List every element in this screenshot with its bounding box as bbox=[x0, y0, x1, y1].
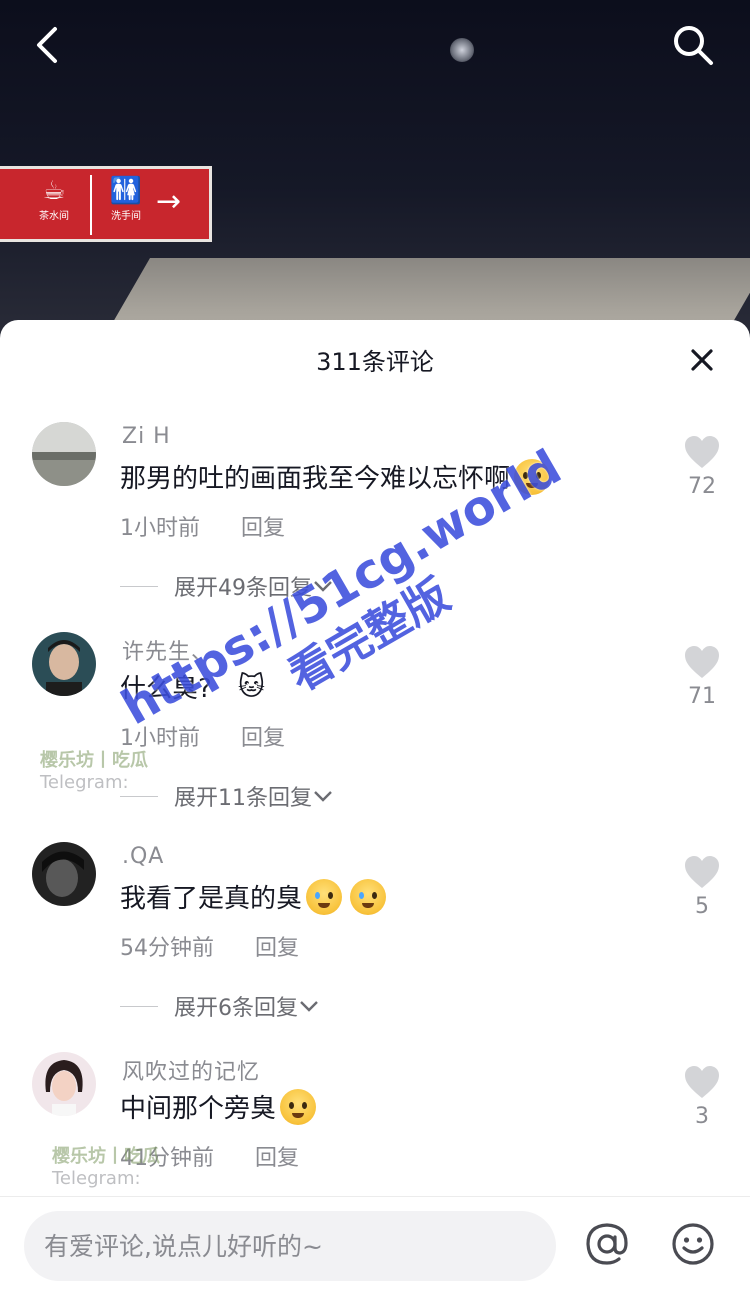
like-button[interactable]: 3 bbox=[678, 1064, 726, 1129]
avatar-man-image bbox=[32, 632, 96, 696]
crying-face-emoji-icon bbox=[306, 878, 343, 915]
search-button[interactable] bbox=[668, 20, 718, 70]
like-count: 3 bbox=[695, 1104, 709, 1129]
avatar-dark-anime-image bbox=[32, 842, 96, 906]
smiley-face-icon bbox=[672, 1223, 714, 1265]
comment-item: 许先生、 什么臭? 🐱 1小时前 回复 展开11条回复 71 bbox=[0, 632, 750, 842]
restroom-sign: ☕ 茶水间 🚻 洗手间 → bbox=[0, 166, 212, 242]
emoji-button[interactable] bbox=[668, 1219, 718, 1269]
chevron-down-icon bbox=[300, 1001, 318, 1012]
avatar[interactable] bbox=[32, 422, 96, 486]
comment-text-content: 中间那个旁臭 bbox=[120, 1094, 277, 1124]
pleading-face-emoji-icon bbox=[514, 458, 551, 495]
chevron-down-icon bbox=[314, 791, 332, 802]
comment-meta: 1小时前 回复 bbox=[120, 510, 285, 542]
comment-item: Zi H 那男的吐的画面我至今难以忘怀啊 1小时前 回复 展开49条回复 72 bbox=[0, 422, 750, 632]
comment-username[interactable]: .QA bbox=[122, 844, 164, 869]
comment-text-content: 什么臭? bbox=[120, 674, 212, 704]
comment-username[interactable]: 许先生、 bbox=[122, 634, 214, 666]
sign-tea-room-label: 茶水间 bbox=[39, 211, 69, 222]
heart-icon bbox=[685, 436, 719, 468]
expand-replies-button[interactable]: 展开11条回复 bbox=[120, 780, 334, 812]
pleading-face-emoji-icon bbox=[280, 1088, 317, 1125]
like-count: 5 bbox=[695, 894, 709, 919]
expand-dash bbox=[120, 1005, 158, 1007]
heart-icon bbox=[685, 1066, 719, 1098]
avatar[interactable] bbox=[32, 842, 96, 906]
panel-title: 311条评论 bbox=[316, 348, 434, 376]
comment-text: 我看了是真的臭 bbox=[120, 878, 387, 915]
comment-text-content: 我看了是真的臭 bbox=[120, 884, 303, 914]
comment-time: 1小时前 bbox=[120, 726, 200, 751]
expand-dash bbox=[120, 585, 158, 587]
comment-panel: 311条评论 Zi H 那男的吐的画面我至今难以忘怀啊 1小时前 回复 展开49… bbox=[0, 320, 750, 1294]
chevron-down-icon bbox=[314, 581, 332, 592]
ceiling-light bbox=[450, 38, 474, 62]
reply-button[interactable]: 回复 bbox=[255, 1146, 299, 1171]
comment-text: 中间那个旁臭 bbox=[120, 1088, 317, 1125]
close-icon bbox=[691, 349, 713, 371]
video-background: ☕ 茶水间 🚻 洗手间 → bbox=[0, 0, 750, 340]
back-button[interactable] bbox=[22, 20, 72, 70]
heart-icon bbox=[685, 646, 719, 678]
like-count: 71 bbox=[688, 684, 716, 709]
comment-meta: 1小时前 回复 bbox=[120, 720, 285, 752]
heart-icon bbox=[685, 856, 719, 888]
sign-toilet-label: 洗手间 bbox=[111, 211, 141, 222]
reply-button[interactable]: 回复 bbox=[241, 516, 285, 541]
cat-emoji-icon: 🐱 bbox=[237, 671, 265, 702]
comment-text: 那男的吐的画面我至今难以忘怀啊 bbox=[120, 458, 551, 495]
expand-replies-label: 展开11条回复 bbox=[174, 786, 312, 811]
expand-dash bbox=[120, 795, 158, 797]
arrow-right-icon: → bbox=[156, 184, 182, 219]
comment-meta: 41分钟前 回复 bbox=[120, 1140, 299, 1172]
like-button[interactable]: 71 bbox=[678, 644, 726, 709]
avatar[interactable] bbox=[32, 1052, 96, 1116]
comment-time: 1小时前 bbox=[120, 516, 200, 541]
comment-text-content: 那男的吐的画面我至今难以忘怀啊 bbox=[120, 464, 511, 494]
reply-button[interactable]: 回复 bbox=[241, 726, 285, 751]
comment-item: .QA 我看了是真的臭 54分钟前 回复 展开6条回复 5 bbox=[0, 842, 750, 1052]
mention-button[interactable] bbox=[582, 1219, 632, 1269]
crying-face-emoji-icon bbox=[350, 878, 387, 915]
comment-time: 54分钟前 bbox=[120, 936, 214, 961]
chevron-left-icon bbox=[37, 27, 57, 63]
avatar-girl-image bbox=[32, 1052, 96, 1116]
avatar[interactable] bbox=[32, 632, 96, 696]
comment-username[interactable]: Zi H bbox=[122, 424, 171, 449]
expand-replies-button[interactable]: 展开49条回复 bbox=[120, 570, 334, 602]
like-button[interactable]: 72 bbox=[678, 434, 726, 499]
like-button[interactable]: 5 bbox=[678, 854, 726, 919]
coffee-cup-icon: ☕ bbox=[42, 176, 66, 206]
expand-replies-label: 展开6条回复 bbox=[174, 996, 298, 1021]
sign-toilet: 🚻 洗手间 bbox=[98, 175, 154, 233]
search-icon bbox=[674, 26, 713, 65]
comment-meta: 54分钟前 回复 bbox=[120, 930, 299, 962]
sign-tea-room: ☕ 茶水间 bbox=[26, 175, 82, 233]
sign-divider bbox=[90, 175, 92, 235]
at-sign-icon bbox=[586, 1223, 628, 1265]
comment-text: 什么臭? 🐱 bbox=[120, 668, 265, 705]
restroom-icon: 🚻 bbox=[109, 176, 143, 206]
comment-input-bar bbox=[0, 1196, 750, 1295]
comment-username[interactable]: 风吹过的记忆 bbox=[122, 1054, 260, 1086]
like-count: 72 bbox=[688, 474, 716, 499]
comment-time: 41分钟前 bbox=[120, 1146, 214, 1171]
expand-replies-button[interactable]: 展开6条回复 bbox=[120, 990, 320, 1022]
expand-replies-label: 展开49条回复 bbox=[174, 576, 312, 601]
comment-input[interactable] bbox=[24, 1211, 556, 1281]
reply-button[interactable]: 回复 bbox=[255, 936, 299, 961]
close-button[interactable] bbox=[682, 340, 722, 380]
avatar-landscape-image bbox=[32, 422, 96, 486]
